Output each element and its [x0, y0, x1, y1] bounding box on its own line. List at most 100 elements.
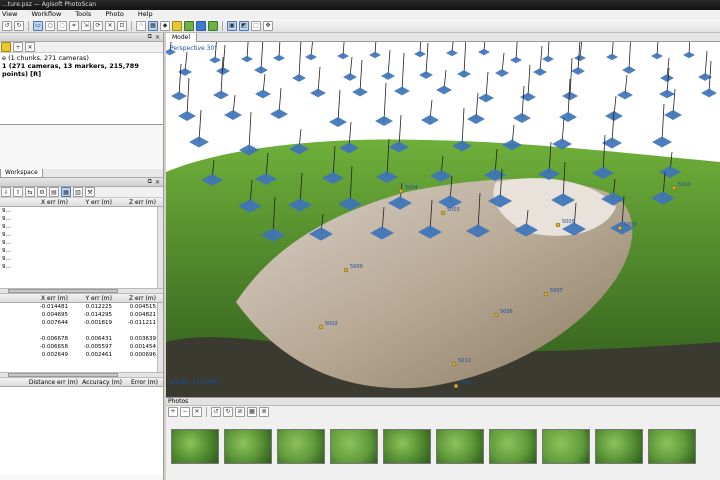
column-header-label[interactable]	[0, 378, 28, 386]
menu-view[interactable]: View	[0, 10, 19, 19]
export-icon[interactable]: ⇧	[13, 187, 23, 197]
settings-icon[interactable]: ⚒	[85, 187, 95, 197]
column-header-label[interactable]	[0, 294, 28, 302]
cameras-vertical-scrollbar[interactable]	[157, 207, 163, 288]
scrollbar-thumb[interactable]	[8, 373, 118, 377]
marker-pin[interactable]	[543, 291, 549, 297]
shaded-model-icon[interactable]: ◆	[160, 20, 170, 31]
point-cloud-icon[interactable]: ⁘	[136, 20, 146, 31]
rotate-left-icon[interactable]: ↺	[211, 406, 221, 417]
column-header-x-err[interactable]: X err (m)	[28, 294, 72, 302]
table-row[interactable]: 9...	[0, 215, 163, 223]
add-photos-icon[interactable]: +	[13, 42, 23, 52]
float-pane-icon[interactable]: ⧉	[148, 33, 152, 41]
tab-model[interactable]: Model	[166, 33, 198, 42]
table-row[interactable]: -0.006658 -0.005597 0.001454	[0, 343, 163, 351]
delete-selection-icon[interactable]: ✕	[105, 20, 115, 31]
3d-scene[interactable]: 5009 5006 5005 5007 5008 5011 5003 5002 5004 5010…	[166, 42, 720, 397]
workspace-root-item[interactable]: e (1 chunks, 271 cameras)	[2, 54, 161, 62]
close-icon[interactable]: ✕	[192, 406, 202, 417]
view-errors-icon[interactable]: ▥	[73, 187, 83, 197]
marker-pin[interactable]	[617, 225, 623, 231]
table-row[interactable]: 0.007644 -0.001819 -0.011211	[0, 319, 163, 327]
table-row[interactable]	[0, 327, 163, 335]
convert-icon[interactable]: ⇆	[25, 187, 35, 197]
table-row[interactable]: 9...	[0, 255, 163, 263]
marker-pin[interactable]	[493, 312, 499, 318]
photo-thumbnail[interactable]	[648, 429, 696, 464]
show-cameras-icon[interactable]: ▣	[227, 20, 237, 31]
crop-selection-icon[interactable]: ⊡	[117, 20, 127, 31]
column-header-accuracy[interactable]: Accuracy (m)	[82, 378, 126, 386]
rotate-region-icon[interactable]: ⟳	[93, 20, 103, 31]
column-header-x-err[interactable]: X err (m)	[28, 198, 72, 206]
table-row[interactable]: 0.002649 0.002461 0.000696	[0, 351, 163, 359]
photo-thumbnail[interactable]	[489, 429, 537, 464]
add-photos-icon[interactable]: +	[168, 406, 178, 417]
column-header-z-err[interactable]: Z err (m)	[116, 294, 160, 302]
menu-photo[interactable]: Photo	[103, 10, 126, 19]
rectangle-select-icon[interactable]: ▭	[33, 20, 43, 31]
marker-pin[interactable]	[671, 185, 677, 191]
menu-tools[interactable]: Tools	[73, 10, 93, 19]
textured-model-icon[interactable]	[196, 20, 206, 31]
scrollbar-thumb[interactable]	[8, 289, 118, 293]
optimize-icon[interactable]: ⚙	[37, 187, 47, 197]
float-pane-icon[interactable]: ⧉	[148, 178, 152, 186]
wireframe-model-icon[interactable]	[184, 20, 194, 31]
add-chunk-icon[interactable]	[1, 42, 11, 52]
show-markers-icon[interactable]: ◩	[239, 20, 249, 31]
photo-thumbnail[interactable]	[383, 429, 431, 464]
import-icon[interactable]: ⇩	[1, 187, 11, 197]
view-estimated-icon[interactable]: ▦	[61, 187, 71, 197]
table-row[interactable]: 9...	[0, 207, 163, 215]
rotate-right-icon[interactable]: ↻	[223, 406, 233, 417]
remove-photos-icon[interactable]: −	[180, 406, 190, 417]
photo-thumbnail[interactable]	[595, 429, 643, 464]
crop-icon[interactable]: ⌗	[69, 20, 79, 31]
free-select-icon[interactable]: ◌	[57, 20, 67, 31]
marker-pin[interactable]	[398, 188, 404, 194]
show-region-icon[interactable]: ⬚	[251, 20, 261, 31]
tab-workspace[interactable]: Workspace	[0, 169, 43, 178]
circle-select-icon[interactable]: ○	[45, 20, 55, 31]
view-source-icon[interactable]: ▤	[49, 187, 59, 197]
resize-region-icon[interactable]: ⇲	[81, 20, 91, 31]
menu-workflow[interactable]: Workflow	[29, 10, 63, 19]
tiled-model-icon[interactable]	[208, 20, 218, 31]
column-header-y-err[interactable]: Y err (m)	[72, 294, 116, 302]
table-row[interactable]: -0.014481 0.012225 0.004515	[0, 303, 163, 311]
close-pane-icon[interactable]: ✕	[155, 34, 160, 41]
rotate-right-icon[interactable]: ↻	[14, 20, 24, 31]
table-row[interactable]: 9...	[0, 247, 163, 255]
table-row[interactable]: 9...	[0, 239, 163, 247]
table-row[interactable]: 0.004695 -0.014295 0.004821	[0, 311, 163, 319]
column-header-z-err[interactable]: Z err (m)	[116, 198, 160, 206]
column-header-distance-err[interactable]: Distance err (m)	[28, 378, 82, 386]
icons-view-icon[interactable]: ▦	[247, 406, 257, 417]
photo-thumbnail[interactable]	[171, 429, 219, 464]
solid-model-icon[interactable]	[172, 20, 182, 31]
marker-pin[interactable]	[318, 324, 324, 330]
table-row[interactable]: -0.006678 0.006431 0.003639	[0, 335, 163, 343]
details-view-icon[interactable]: ≣	[259, 406, 269, 417]
marker-pin[interactable]	[453, 383, 459, 389]
rotate-left-icon[interactable]: ↺	[2, 20, 12, 31]
markers-vertical-scrollbar[interactable]	[157, 303, 163, 372]
marker-pin[interactable]	[451, 361, 457, 367]
dense-cloud-icon[interactable]: ▦	[148, 20, 158, 31]
photo-thumbnail[interactable]	[542, 429, 590, 464]
column-header-error[interactable]: Error (m)	[126, 378, 162, 386]
menu-help[interactable]: Help	[136, 10, 155, 19]
remove-masks-icon[interactable]: ⊘	[235, 406, 245, 417]
marker-pin[interactable]	[440, 210, 446, 216]
close-pane-icon[interactable]: ✕	[155, 179, 160, 186]
navigation-icon[interactable]: ✥	[263, 20, 273, 31]
photo-thumbnail[interactable]	[277, 429, 325, 464]
column-header-label[interactable]	[0, 198, 28, 206]
table-row[interactable]: 9...	[0, 231, 163, 239]
table-row[interactable]: 9...	[0, 263, 163, 271]
table-row[interactable]: 9...	[0, 223, 163, 231]
photo-thumbnail[interactable]	[224, 429, 272, 464]
marker-pin[interactable]	[555, 222, 561, 228]
